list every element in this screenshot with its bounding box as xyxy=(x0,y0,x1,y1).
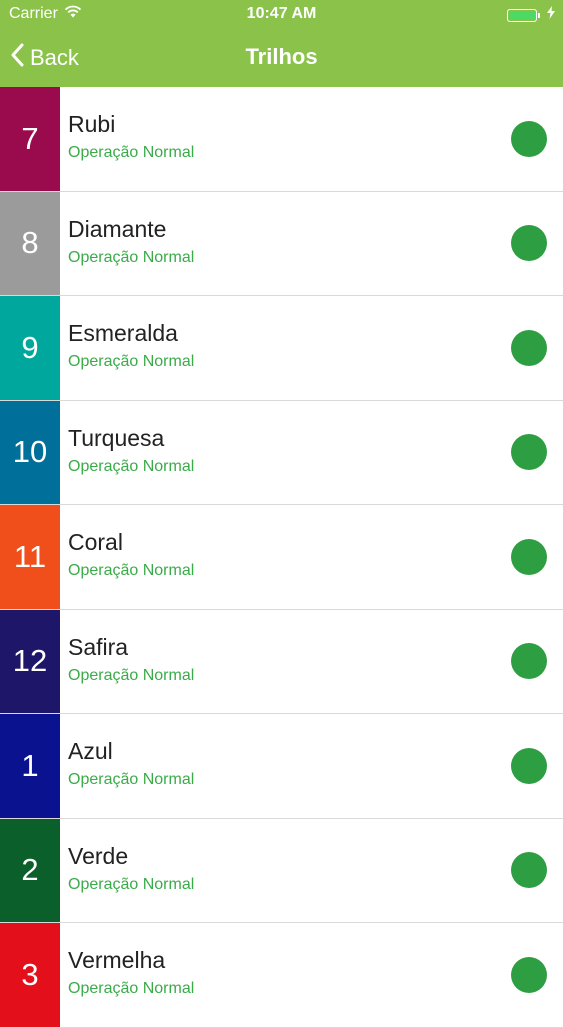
line-name: Vermelha xyxy=(68,947,166,973)
line-status: Operação Normal xyxy=(68,144,195,161)
nav-bar: Back Trilhos xyxy=(0,30,563,87)
line-info: Turquesa Operação Normal xyxy=(60,401,563,505)
line-info: Safira Operação Normal xyxy=(60,610,563,714)
line-info: Esmeralda Operação Normal xyxy=(60,296,563,400)
battery-icon xyxy=(507,8,540,22)
line-number-badge: 10 xyxy=(0,400,60,504)
header: Carrier 10:47 AM Back Trilhos xyxy=(0,0,563,87)
status-indicator-icon xyxy=(511,747,547,784)
status-indicator-icon xyxy=(511,643,547,680)
status-indicator-icon xyxy=(511,538,547,575)
line-name: Azul xyxy=(68,738,113,764)
line-status: Operação Normal xyxy=(68,457,195,475)
line-info: Coral Operação Normal xyxy=(60,505,563,609)
status-time: 10:47 AM xyxy=(246,5,317,22)
page-title: Trilhos xyxy=(245,44,318,69)
line-status: Operação Normal xyxy=(68,353,195,370)
list-item[interactable]: 1 Azul Operação Normal xyxy=(0,714,563,819)
line-name: Safira xyxy=(68,633,129,660)
status-indicator-icon xyxy=(511,852,547,889)
line-status: Operação Normal xyxy=(68,980,195,997)
status-indicator-icon xyxy=(511,225,547,262)
line-status: Operação Normal xyxy=(68,875,195,893)
line-info: Diamante Operação Normal xyxy=(60,192,563,296)
list-item[interactable]: 9 Esmeralda Operação Normal xyxy=(0,296,563,401)
line-number-badge: 9 xyxy=(0,296,60,400)
line-name: Esmeralda xyxy=(68,320,178,346)
line-name: Rubi xyxy=(68,111,116,137)
line-status: Operação Normal xyxy=(68,562,195,579)
list-item[interactable]: 3 Vermelha Operação Normal xyxy=(0,923,563,1028)
line-info: Rubi Operação Normal xyxy=(60,87,563,191)
line-status: Operação Normal xyxy=(68,771,195,788)
line-name: Verde xyxy=(68,842,129,869)
line-number-badge: 12 xyxy=(0,609,60,713)
list-item[interactable]: 2 Verde Operação Normal xyxy=(0,818,563,923)
list-item[interactable]: 8 Diamante Operação Normal xyxy=(0,191,563,296)
list-item[interactable]: 10 Turquesa Operação Normal xyxy=(0,400,563,505)
line-status: Operação Normal xyxy=(68,666,195,684)
status-bar: Carrier 10:47 AM xyxy=(0,0,563,30)
line-list: 7 Rubi Operação Normal 8 Diamante Operaç… xyxy=(0,87,563,1028)
line-number-badge: 8 xyxy=(0,191,60,295)
line-info: Vermelha Operação Normal xyxy=(60,923,563,1027)
list-item[interactable]: 11 Coral Operação Normal xyxy=(0,505,563,610)
line-info: Verde Operação Normal xyxy=(60,819,563,923)
line-number-badge: 3 xyxy=(0,923,60,1027)
line-number-badge: 7 xyxy=(0,87,60,191)
line-number-badge: 11 xyxy=(0,505,60,609)
line-name: Diamante xyxy=(68,215,167,242)
status-right xyxy=(507,6,555,24)
line-number-badge: 2 xyxy=(0,818,60,922)
status-indicator-icon xyxy=(511,329,547,366)
line-name: Turquesa xyxy=(68,424,165,451)
line-info: Azul Operação Normal xyxy=(60,714,563,818)
status-indicator-icon xyxy=(511,956,547,993)
list-item[interactable]: 7 Rubi Operação Normal xyxy=(0,87,563,192)
list-item[interactable]: 12 Safira Operação Normal xyxy=(0,609,563,714)
line-number-badge: 1 xyxy=(0,714,60,818)
line-status: Operação Normal xyxy=(68,248,195,266)
line-name: Coral xyxy=(68,529,123,555)
status-indicator-icon xyxy=(511,434,547,471)
status-indicator-icon xyxy=(511,120,547,157)
charging-icon xyxy=(547,6,555,24)
